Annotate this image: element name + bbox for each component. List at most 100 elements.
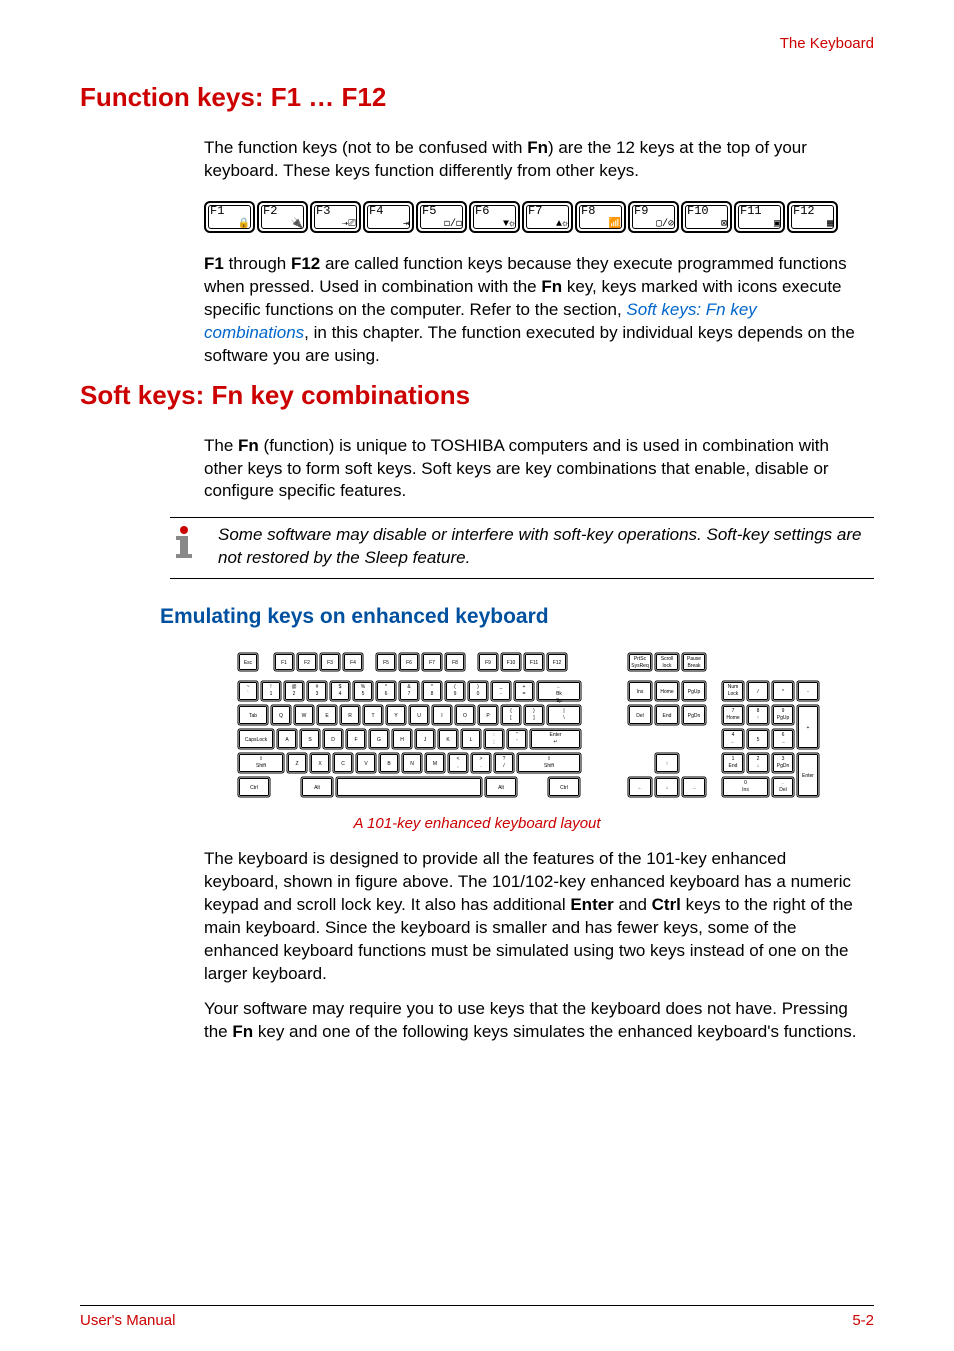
svg-text:Q: Q xyxy=(279,713,283,719)
svg-text:~: ~ xyxy=(247,684,250,690)
svg-text:G: G xyxy=(377,737,381,743)
svg-text:3: 3 xyxy=(316,691,319,697)
svg-text:+: + xyxy=(807,725,810,731)
svg-text:Alt: Alt xyxy=(498,785,504,791)
svg-text:4: 4 xyxy=(339,691,342,697)
svg-text:Ins: Ins xyxy=(742,787,749,793)
svg-text:?: ? xyxy=(503,756,506,762)
function-key-row: F1🔒F2🔌F3⇢⎚F4⇥F5◻/◻F6▼☼F7▲☼F8📶F9▢/⊘F10⊠F1… xyxy=(204,201,874,233)
svg-text:←: ← xyxy=(638,785,643,791)
para-fn-simulate: Your software may require you to use key… xyxy=(204,998,864,1044)
svg-text:8: 8 xyxy=(757,708,760,714)
svg-text:Shift: Shift xyxy=(544,763,555,769)
svg-text:Scroll: Scroll xyxy=(661,656,674,662)
heading-emulating: Emulating keys on enhanced keyboard xyxy=(160,605,874,629)
svg-text:F4: F4 xyxy=(350,660,356,666)
heading-soft-keys: Soft keys: Fn key combinations xyxy=(80,380,874,411)
svg-text:3: 3 xyxy=(782,756,785,762)
svg-text:W: W xyxy=(302,713,307,719)
fkey-f8: F8📶 xyxy=(575,201,626,233)
svg-text:1: 1 xyxy=(270,691,273,697)
svg-text:CapsLock: CapsLock xyxy=(245,737,268,743)
svg-text:!: ! xyxy=(270,684,271,690)
footer-left: User's Manual xyxy=(80,1312,175,1329)
svg-text:%: % xyxy=(361,684,366,690)
svg-text:Lock: Lock xyxy=(728,691,739,697)
fkey-f1: F1🔒 xyxy=(204,201,255,233)
note-text: Some software may disable or interfere w… xyxy=(218,524,874,570)
svg-text:Esc: Esc xyxy=(244,660,253,666)
fkey-f6: F6▼☼ xyxy=(469,201,520,233)
svg-text:7: 7 xyxy=(408,691,411,697)
svg-text:Ctrl: Ctrl xyxy=(560,785,568,791)
svg-text:U: U xyxy=(417,713,421,719)
svg-text:I: I xyxy=(441,713,442,719)
svg-text:Break: Break xyxy=(687,663,701,669)
svg-text:F9: F9 xyxy=(485,660,491,666)
svg-text:;: ; xyxy=(493,739,494,745)
svg-text:5: 5 xyxy=(362,691,365,697)
fkey-f4: F4⇥ xyxy=(363,201,414,233)
svg-text:PgUp: PgUp xyxy=(777,715,790,721)
svg-text:6: 6 xyxy=(782,732,785,738)
svg-text:$: $ xyxy=(339,684,342,690)
svg-text:+: + xyxy=(523,684,526,690)
svg-text:D: D xyxy=(331,737,335,743)
svg-text:C: C xyxy=(341,761,345,767)
fkey-f10: F10⊠ xyxy=(681,201,732,233)
svg-text:Sp: Sp xyxy=(556,698,562,704)
svg-text:Enter: Enter xyxy=(550,732,562,738)
svg-text:6: 6 xyxy=(385,691,388,697)
svg-text:End: End xyxy=(729,763,738,769)
info-icon xyxy=(170,524,198,565)
svg-text:<: < xyxy=(457,756,460,762)
heading-function-keys: Function keys: F1 … F12 xyxy=(80,82,874,113)
svg-text:Tab: Tab xyxy=(249,713,257,719)
svg-text:Alt: Alt xyxy=(314,785,320,791)
svg-text:↓: ↓ xyxy=(666,785,669,791)
svg-text:,: , xyxy=(457,763,458,769)
svg-text:Ins: Ins xyxy=(637,689,644,695)
svg-text:→: → xyxy=(692,785,697,791)
svg-text:1: 1 xyxy=(732,756,735,762)
svg-text:8: 8 xyxy=(431,691,434,697)
svg-text:lock: lock xyxy=(663,663,672,669)
svg-text:T: T xyxy=(371,713,374,719)
note-block: Some software may disable or interfere w… xyxy=(170,517,874,579)
svg-text:Bk: Bk xyxy=(556,691,562,697)
svg-text:R: R xyxy=(348,713,352,719)
svg-text:*: * xyxy=(431,684,433,690)
svg-text:PgDn: PgDn xyxy=(688,713,701,719)
para-keyboard-desc: The keyboard is designed to provide all … xyxy=(204,848,864,986)
svg-text:O: O xyxy=(463,713,467,719)
svg-text:F: F xyxy=(354,737,357,743)
svg-text:*: * xyxy=(782,689,784,695)
fkey-f3: F3⇢⎚ xyxy=(310,201,361,233)
fkey-f7: F7▲☼ xyxy=(522,201,573,233)
keyboard-diagram: EscF1F2F3F4F5F6F7F8F9F10F11F12PrtScSysRe… xyxy=(210,647,874,807)
svg-text:F2: F2 xyxy=(304,660,310,666)
svg-text:Enter: Enter xyxy=(802,773,814,779)
svg-text:Home: Home xyxy=(726,715,740,721)
svg-text:': ' xyxy=(517,739,518,745)
svg-text:0: 0 xyxy=(744,780,747,786)
fkey-f2: F2🔌 xyxy=(257,201,308,233)
svg-text:M: M xyxy=(433,761,437,767)
svg-text:9: 9 xyxy=(454,691,457,697)
svg-text:F12: F12 xyxy=(553,660,562,666)
svg-text:F1: F1 xyxy=(281,660,287,666)
svg-text:.: . xyxy=(480,763,481,769)
svg-text:5: 5 xyxy=(757,737,760,743)
svg-text:2: 2 xyxy=(757,756,760,762)
page-header-section: The Keyboard xyxy=(80,35,874,52)
page-footer: User's Manual 5-2 xyxy=(80,1305,874,1329)
fkey-f11: F11▣ xyxy=(734,201,785,233)
svg-text:→: → xyxy=(781,739,786,745)
svg-text:Pause: Pause xyxy=(687,656,701,662)
svg-text::: : xyxy=(493,732,494,738)
svg-text:0: 0 xyxy=(477,691,480,697)
svg-text:H: H xyxy=(400,737,404,743)
svg-text:F6: F6 xyxy=(406,660,412,666)
figure-caption: A 101-key enhanced keyboard layout xyxy=(80,815,874,832)
para-function-keys-intro: The function keys (not to be confused wi… xyxy=(204,137,864,183)
